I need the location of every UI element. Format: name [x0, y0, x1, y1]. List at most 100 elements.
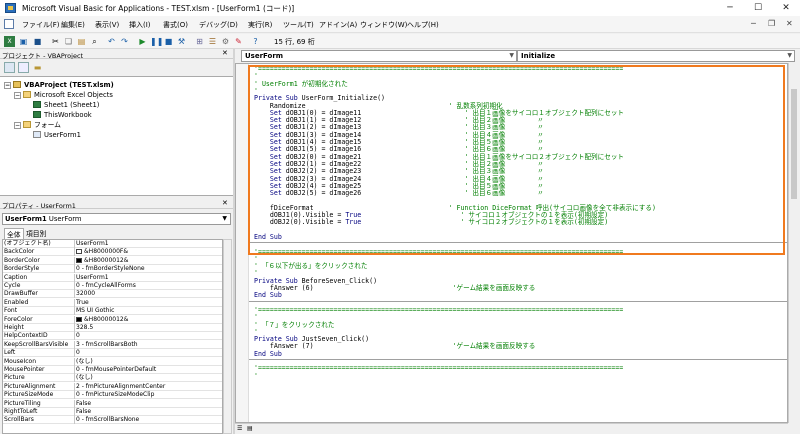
code-line[interactable]: '=======================================…	[254, 65, 623, 73]
property-value[interactable]: 0 - fmBorderStyleNone	[76, 265, 222, 273]
menu-addins[interactable]: アドイン(A)	[319, 20, 357, 30]
property-row[interactable]: Font MS UI Gothic	[3, 307, 222, 316]
property-row[interactable]: Left 0	[3, 349, 222, 358]
property-value[interactable]: 0	[76, 332, 222, 340]
code-line[interactable]: ' 「６以下が出る」をクリックされた	[254, 262, 367, 270]
code-line[interactable]: fAnswer (7) 'ゲーム結果を画面反映する	[254, 342, 536, 350]
property-value[interactable]: &H80000012&	[76, 316, 222, 324]
menu-tools[interactable]: ツール(T)	[283, 20, 314, 30]
object-combo[interactable]: UserForm ▼	[241, 50, 517, 62]
tab-categorized[interactable]: 項目別	[26, 228, 46, 238]
code-line[interactable]: End Sub	[254, 233, 282, 241]
properties-close-icon[interactable]: ✕	[222, 199, 228, 207]
code-line[interactable]: ' UserForm1 が初期化された	[254, 80, 348, 88]
menu-view[interactable]: 表示(V)	[95, 20, 119, 30]
property-value[interactable]: (なし)	[76, 358, 222, 366]
reset-icon[interactable]: ■	[163, 36, 174, 47]
property-row[interactable]: DrawBuffer 32000	[3, 290, 222, 299]
property-value[interactable]: MS UI Gothic	[76, 307, 222, 315]
toolbox-icon[interactable]: ✎	[233, 36, 244, 47]
property-row[interactable]: Cycle 0 - fmCycleAllForms	[3, 282, 222, 290]
property-value[interactable]: 0 - fmCycleAllForms	[76, 282, 222, 290]
menu-help[interactable]: ヘルプ(H)	[407, 20, 439, 30]
property-row[interactable]: ScrollBars 0 - fmScrollBarsNone	[3, 416, 222, 425]
close-button[interactable]: ✕	[772, 0, 800, 16]
object-browser-icon[interactable]: ⚙	[220, 36, 231, 47]
code-line[interactable]: End Sub	[254, 291, 282, 299]
tree-item-vbaproject[interactable]: − VBAProject (TEST.xlsm)	[4, 80, 114, 90]
property-row[interactable]: Caption UserForm1	[3, 273, 222, 282]
property-row[interactable]: PictureSizeMode 0 - fmPictureSizeModeClip	[3, 391, 222, 400]
menu-insert[interactable]: 挿入(I)	[129, 20, 151, 30]
tree-item-forms[interactable]: − フォーム	[14, 120, 61, 130]
copy-icon[interactable]: ❏	[63, 36, 74, 47]
code-line[interactable]: fAnswer (6) 'ゲーム結果を画面反映する	[254, 284, 536, 292]
run-icon[interactable]: ▶	[137, 36, 148, 47]
chevron-down-icon[interactable]: ▼	[222, 214, 227, 224]
property-row[interactable]: HelpContextID 0	[3, 332, 222, 341]
property-row[interactable]: BorderColor &H80000012&	[3, 256, 222, 265]
view-excel-icon[interactable]: X	[4, 36, 15, 47]
code-vertical-scrollbar[interactable]	[788, 63, 800, 423]
menu-run[interactable]: 実行(R)	[248, 20, 272, 30]
property-value[interactable]: 0 - fmPictureSizeModeClip	[76, 391, 222, 399]
tree-item-excel-objects[interactable]: − Microsoft Excel Objects	[14, 90, 113, 100]
break-icon[interactable]: ❚❚	[150, 36, 163, 47]
mdi-minimize-icon[interactable]: ─	[751, 19, 756, 28]
code-gutter[interactable]	[236, 64, 249, 422]
property-value[interactable]: 2 - fmPictureAlignmentCenter	[76, 383, 222, 391]
collapse-icon[interactable]: −	[14, 122, 21, 129]
code-line[interactable]: '	[254, 372, 258, 380]
mdi-restore-icon[interactable]: ❐	[768, 19, 775, 28]
property-value[interactable]: (なし)	[76, 374, 222, 382]
chevron-down-icon[interactable]: ▼	[509, 51, 514, 61]
find-icon[interactable]: ⌕	[89, 36, 100, 47]
property-row[interactable]: Enabled True	[3, 298, 222, 307]
property-value[interactable]: 0 - fmScrollBarsNone	[76, 416, 222, 424]
property-value[interactable]: UserForm1	[76, 274, 222, 282]
code-horizontal-scrollbar[interactable]: ☰ ▤	[235, 423, 788, 434]
property-row[interactable]: BackColor &H8000000F&	[3, 248, 222, 257]
property-value[interactable]: False	[76, 400, 222, 408]
property-row[interactable]: PictureTiling False	[3, 399, 222, 408]
property-row[interactable]: MousePointer 0 - fmMousePointerDefault	[3, 366, 222, 374]
full-module-view-icon[interactable]: ▤	[247, 425, 253, 432]
scroll-thumb[interactable]	[791, 89, 797, 199]
property-value[interactable]: 32000	[76, 290, 222, 298]
properties-scrollbar[interactable]	[223, 239, 232, 434]
code-line[interactable]: Set dOBJ2(5) = dImage26 ' 出目６画像 〃	[254, 189, 544, 197]
code-editor[interactable]: '=======================================…	[235, 63, 788, 423]
property-row[interactable]: (オブジェクト名) UserForm1	[3, 240, 222, 248]
maximize-button[interactable]: ☐	[744, 0, 772, 16]
property-value[interactable]: &H80000012&	[76, 257, 222, 265]
property-row[interactable]: Height 328.5	[3, 324, 222, 332]
properties-window-icon[interactable]: ☰	[207, 36, 218, 47]
code-line[interactable]: '=======================================…	[254, 306, 623, 314]
property-value[interactable]: 0 - fmMousePointerDefault	[76, 366, 222, 374]
property-row[interactable]: KeepScrollBarsVisible 3 - fmScrollBarsBot…	[3, 340, 222, 349]
property-row[interactable]: PictureAlignment 2 - fmPictureAlignmentCe…	[3, 382, 222, 391]
cut-icon[interactable]: ✂	[50, 36, 61, 47]
code-line[interactable]: End Sub	[254, 350, 282, 358]
property-value[interactable]: UserForm1	[76, 240, 222, 248]
menu-file[interactable]: ファイル(F)	[22, 20, 60, 30]
minimize-button[interactable]: ─	[716, 0, 744, 16]
property-row[interactable]: RightToLeft False	[3, 408, 222, 416]
property-row[interactable]: MouseIcon (なし)	[3, 357, 222, 366]
mdi-close-icon[interactable]: ✕	[786, 19, 793, 28]
property-value[interactable]: &H8000000F&	[76, 248, 222, 256]
collapse-icon[interactable]: −	[4, 82, 11, 89]
save-icon[interactable]: ■	[32, 36, 43, 47]
property-row[interactable]: ForeColor &H80000012&	[3, 315, 222, 324]
procedure-combo[interactable]: Initialize ▼	[517, 50, 795, 62]
property-value[interactable]: 3 - fmScrollBarsBoth	[76, 341, 222, 349]
tab-alphabetic[interactable]: 全体	[4, 228, 24, 239]
code-line[interactable]: dOBJ2(0).Visible = True ' サイコロ２オブジェクトの１を…	[254, 218, 608, 226]
redo-icon[interactable]: ↷	[119, 36, 130, 47]
project-close-icon[interactable]: ✕	[222, 49, 228, 57]
property-value[interactable]: True	[76, 299, 222, 307]
paste-icon[interactable]: ▤	[76, 36, 87, 47]
design-mode-icon[interactable]: ⚒	[176, 36, 187, 47]
view-object-icon[interactable]	[18, 62, 29, 73]
help-icon[interactable]: ?	[250, 36, 261, 47]
